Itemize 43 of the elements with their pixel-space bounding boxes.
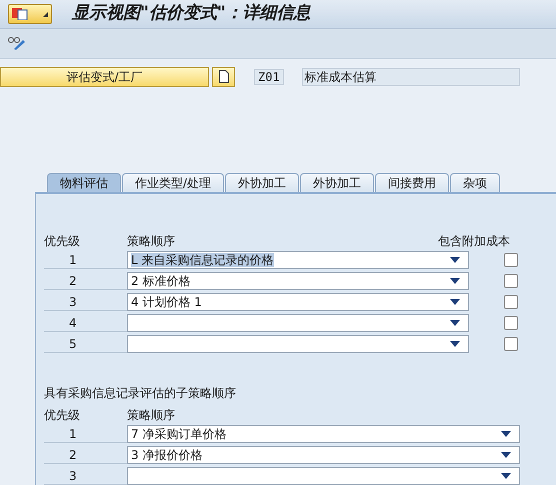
- tab[interactable]: 外协加工: [225, 172, 300, 192]
- tab[interactable]: 物料评估: [47, 172, 121, 192]
- checkbox[interactable]: [504, 336, 518, 351]
- tab[interactable]: 外协加工: [300, 172, 374, 192]
- checkbox[interactable]: [504, 294, 518, 309]
- sequence-header: 策略顺序: [127, 232, 176, 250]
- dropdown-caret-icon: [501, 472, 511, 479]
- variant-description-field: 标准成本估算: [302, 68, 520, 86]
- dropdown-caret-icon: [450, 298, 460, 305]
- priority-header: 优先级: [44, 406, 81, 424]
- sub-strategy-title: 具有采购信息记录评估的子策略顺序: [44, 384, 237, 402]
- dropdown-caret-icon: [501, 452, 511, 458]
- glasses-pencil-icon[interactable]: [8, 36, 26, 50]
- dropdown-caret-icon: [501, 430, 511, 437]
- tab[interactable]: 间接费用: [375, 172, 450, 192]
- strategy-dropdown[interactable]: 4 计划价格 1: [127, 292, 469, 311]
- variant-plant-button[interactable]: 评估变式/工厂: [0, 66, 209, 86]
- dropdown-caret-icon: [450, 320, 460, 326]
- strategy-dropdown[interactable]: 3 净报价价格: [127, 446, 520, 464]
- checkbox[interactable]: [504, 316, 518, 330]
- priority-header: 优先级: [44, 232, 81, 250]
- sequence-header: 策略顺序: [127, 406, 175, 424]
- dropdown-caret-icon: [450, 340, 460, 347]
- window-icon: [12, 8, 28, 20]
- variant-code-field: Z01: [254, 68, 284, 84]
- strategy-dropdown[interactable]: [127, 314, 469, 332]
- dropdown-caret-icon: [450, 278, 460, 284]
- system-menu-button[interactable]: [8, 4, 52, 24]
- caret-icon: [43, 12, 48, 17]
- dropdown-caret-icon: [450, 256, 460, 263]
- document-button[interactable]: [212, 66, 235, 86]
- strategy-dropdown[interactable]: 2 标准价格: [127, 272, 469, 290]
- strategy-dropdown[interactable]: [127, 466, 520, 485]
- window-title: 显示视图"估价变式"：详细信息: [72, 2, 311, 26]
- strategy-dropdown[interactable]: L 来自采购信息记录的价格: [127, 250, 469, 269]
- additional-cost-header: 包含附加成本: [438, 232, 510, 250]
- checkbox[interactable]: [504, 252, 518, 267]
- strategy-dropdown[interactable]: 7 净采购订单价格: [127, 424, 520, 443]
- document-icon: [218, 70, 228, 83]
- tab[interactable]: 作业类型/处理: [122, 172, 224, 192]
- tab[interactable]: 杂项: [450, 172, 500, 192]
- checkbox[interactable]: [504, 274, 518, 288]
- strategy-dropdown[interactable]: [127, 334, 469, 353]
